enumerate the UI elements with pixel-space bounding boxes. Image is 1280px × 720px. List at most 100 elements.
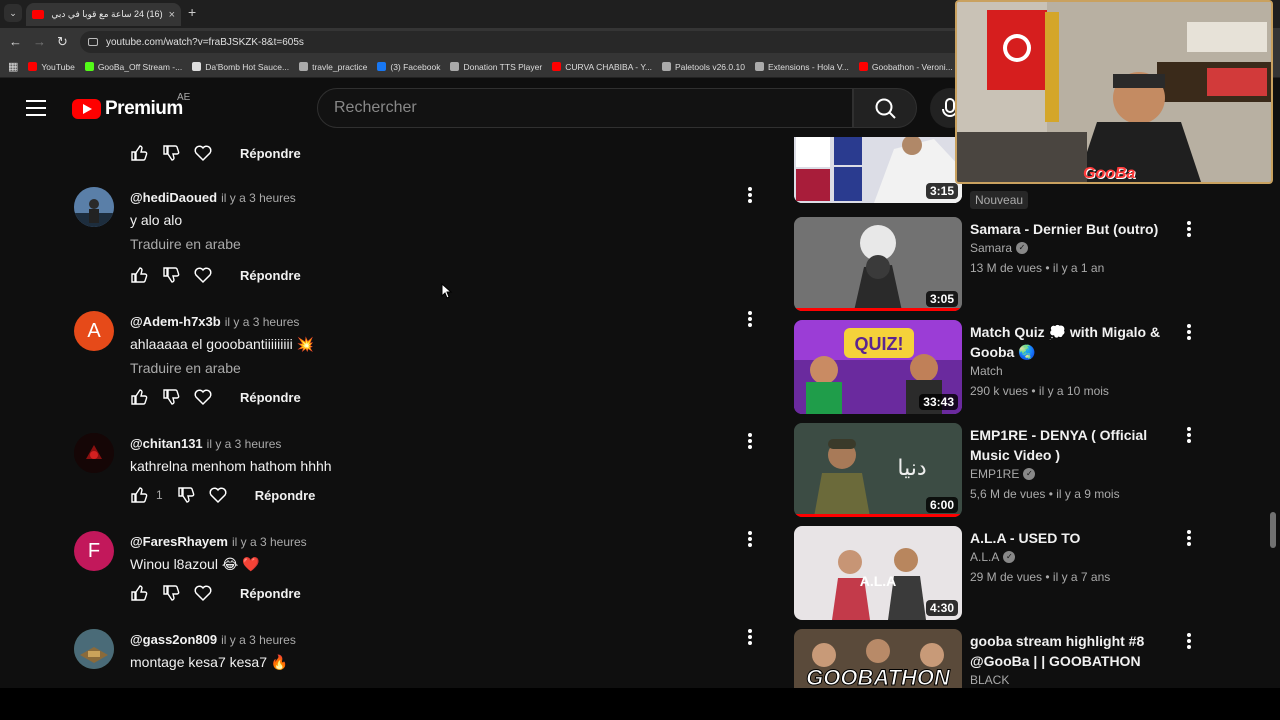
comment-time[interactable]: il y a 3 heures xyxy=(221,633,296,647)
avatar[interactable]: F xyxy=(74,531,114,571)
thumbs-down-icon[interactable] xyxy=(160,264,182,286)
recommendation-item[interactable]: QUIZ! 33:43 Match Quiz 💭 with Migalo & G… xyxy=(794,320,1204,416)
reply-button[interactable]: Répondre xyxy=(240,390,301,405)
channel-name[interactable]: EMP1RE ✓ xyxy=(970,467,1036,481)
search-button[interactable] xyxy=(853,88,917,128)
recommendation-item[interactable]: 3:05 Samara - Dernier But (outro) Samara… xyxy=(794,217,1204,313)
recommendation-item[interactable]: دنيا 6:00 EMP1RE - DENYA ( Official Musi… xyxy=(794,423,1204,519)
thumbs-down-icon[interactable] xyxy=(160,386,182,408)
comment-time[interactable]: il y a 3 heures xyxy=(207,437,282,451)
video-thumbnail[interactable]: GOOBATHON xyxy=(794,629,962,688)
video-title[interactable]: A.L.A - USED TO xyxy=(970,528,1180,548)
comment-author[interactable]: @chitan131 xyxy=(130,436,203,451)
url-field[interactable]: youtube.com/watch?v=fraBJSKZK-8&t=605s xyxy=(80,31,980,53)
new-badge: Nouveau xyxy=(970,191,1029,209)
scrollbar-thumb[interactable] xyxy=(1270,512,1276,548)
more-options-icon[interactable] xyxy=(1184,324,1194,344)
recommendation-item[interactable]: A.L.A 4:30 A.L.A - USED TO A.L.A ✓ 29 M d… xyxy=(794,526,1204,622)
video-thumbnail[interactable]: A.L.A 4:30 xyxy=(794,526,962,620)
bookmark-item[interactable]: CURVA CHABIBA - Y... xyxy=(552,62,652,72)
apps-grid-icon[interactable]: ▦ xyxy=(8,60,18,73)
more-options-icon[interactable] xyxy=(745,531,755,551)
bookmark-label: (3) Facebook xyxy=(390,61,441,72)
heart-icon[interactable] xyxy=(192,386,214,408)
heart-icon[interactable] xyxy=(192,582,214,604)
back-arrow-icon[interactable]: ← xyxy=(9,34,22,49)
video-title[interactable]: EMP1RE - DENYA ( Official Music Video ) xyxy=(970,425,1180,465)
bookmark-item[interactable]: Donation TTS Player xyxy=(450,62,542,72)
reply-button[interactable]: Répondre xyxy=(240,268,301,283)
heart-icon[interactable] xyxy=(192,142,214,164)
avatar[interactable] xyxy=(74,629,114,669)
thumbs-down-icon[interactable] xyxy=(175,484,197,506)
channel-name[interactable]: Samara ✓ xyxy=(970,241,1029,255)
bookmark-item[interactable]: Da'Bomb Hot Sauce... xyxy=(192,62,289,72)
bookmark-favicon-icon xyxy=(28,62,38,71)
youtube-premium-logo[interactable]: Premium AE xyxy=(72,92,190,120)
avatar[interactable]: A xyxy=(74,311,114,351)
heart-icon[interactable] xyxy=(192,264,214,286)
browser-tab[interactable]: (16) 24 ساعة مع قوبا في دبي - ... × xyxy=(26,3,181,26)
reply-button[interactable]: Répondre xyxy=(240,586,301,601)
thumbs-down-icon[interactable] xyxy=(160,582,182,604)
reload-icon[interactable]: ↻ xyxy=(57,34,68,50)
comment-author[interactable]: @FaresRhayem xyxy=(130,534,228,549)
new-tab-plus-icon[interactable]: + xyxy=(188,4,196,20)
forward-arrow-icon[interactable]: → xyxy=(33,34,46,49)
video-thumbnail[interactable]: 3:05 xyxy=(794,217,962,311)
comment-author[interactable]: @hediDaoued xyxy=(130,190,217,205)
more-options-icon[interactable] xyxy=(1184,530,1194,550)
more-options-icon[interactable] xyxy=(1184,427,1194,447)
recommendation-item[interactable]: GOOBATHON gooba stream highlight #8 @Goo… xyxy=(794,629,1204,688)
comment-time[interactable]: il y a 3 heures xyxy=(232,535,307,549)
channel-name[interactable]: Match xyxy=(970,364,1003,378)
channel-name[interactable]: A.L.A ✓ xyxy=(970,550,1016,564)
translate-link[interactable]: Traduire en arabe xyxy=(130,236,241,252)
thumbs-up-icon[interactable] xyxy=(128,386,150,408)
more-options-icon[interactable] xyxy=(1184,633,1194,653)
video-title[interactable]: Samara - Dernier But (outro) xyxy=(970,219,1180,239)
menu-hamburger-icon[interactable] xyxy=(26,100,46,116)
comment-author[interactable]: @Adem-h7x3b xyxy=(130,314,221,329)
reply-button[interactable]: Répondre xyxy=(240,146,301,161)
more-options-icon[interactable] xyxy=(745,433,755,453)
bookmark-label: CURVA CHABIBA - Y... xyxy=(565,61,652,72)
more-options-icon[interactable] xyxy=(745,311,755,331)
avatar[interactable] xyxy=(74,433,114,473)
bookmark-item[interactable]: Extensions - Hola V... xyxy=(754,62,849,72)
channel-name[interactable]: BLACK xyxy=(970,673,1009,687)
bookmark-item[interactable]: YouTube xyxy=(28,62,75,72)
bookmark-item[interactable]: travle_practice xyxy=(299,62,367,72)
thumbs-up-icon[interactable] xyxy=(128,142,150,164)
avatar[interactable] xyxy=(74,187,114,227)
comment-time[interactable]: il y a 3 heures xyxy=(221,191,296,205)
heart-icon[interactable] xyxy=(207,484,229,506)
video-thumbnail[interactable]: دنيا 6:00 xyxy=(794,423,962,517)
close-icon[interactable]: × xyxy=(169,9,175,21)
more-options-icon[interactable] xyxy=(1184,221,1194,241)
reply-button[interactable]: Répondre xyxy=(255,488,316,503)
bookmark-item[interactable]: GooBa_Off Stream -... xyxy=(84,62,182,72)
search-input[interactable] xyxy=(334,99,852,117)
bookmark-item[interactable]: (3) Facebook xyxy=(377,62,440,72)
comment-actions: Répondre xyxy=(128,386,301,408)
thumbs-down-icon[interactable] xyxy=(160,142,182,164)
comment-author[interactable]: @gass2on809 xyxy=(130,632,217,647)
thumbs-up-icon[interactable] xyxy=(128,484,150,506)
comment-time[interactable]: il y a 3 heures xyxy=(225,315,300,329)
site-info-icon[interactable] xyxy=(88,38,98,46)
tab-search-chevron-icon[interactable]: ⌄ xyxy=(4,4,22,22)
video-title[interactable]: gooba stream highlight #8 @GooBa | | GOO… xyxy=(970,631,1180,671)
video-meta: 13 M de vues • il y a 1 an xyxy=(970,261,1105,275)
more-options-icon[interactable] xyxy=(745,629,755,649)
translate-link[interactable]: Traduire en arabe xyxy=(130,360,241,376)
video-title[interactable]: Match Quiz 💭 with Migalo & Gooba 🌏 xyxy=(970,322,1180,362)
thumbs-up-icon[interactable] xyxy=(128,582,150,604)
thumbs-up-icon[interactable] xyxy=(128,264,150,286)
channel-label: A.L.A xyxy=(970,550,1000,564)
more-options-icon[interactable] xyxy=(745,187,755,207)
bookmark-item[interactable]: Paletools v26.0.10 xyxy=(661,62,745,72)
bookmark-item[interactable]: Goobathon - Veroni... xyxy=(858,62,953,72)
video-thumbnail[interactable]: QUIZ! 33:43 xyxy=(794,320,962,414)
video-thumbnail[interactable]: 3:15 xyxy=(794,137,962,203)
